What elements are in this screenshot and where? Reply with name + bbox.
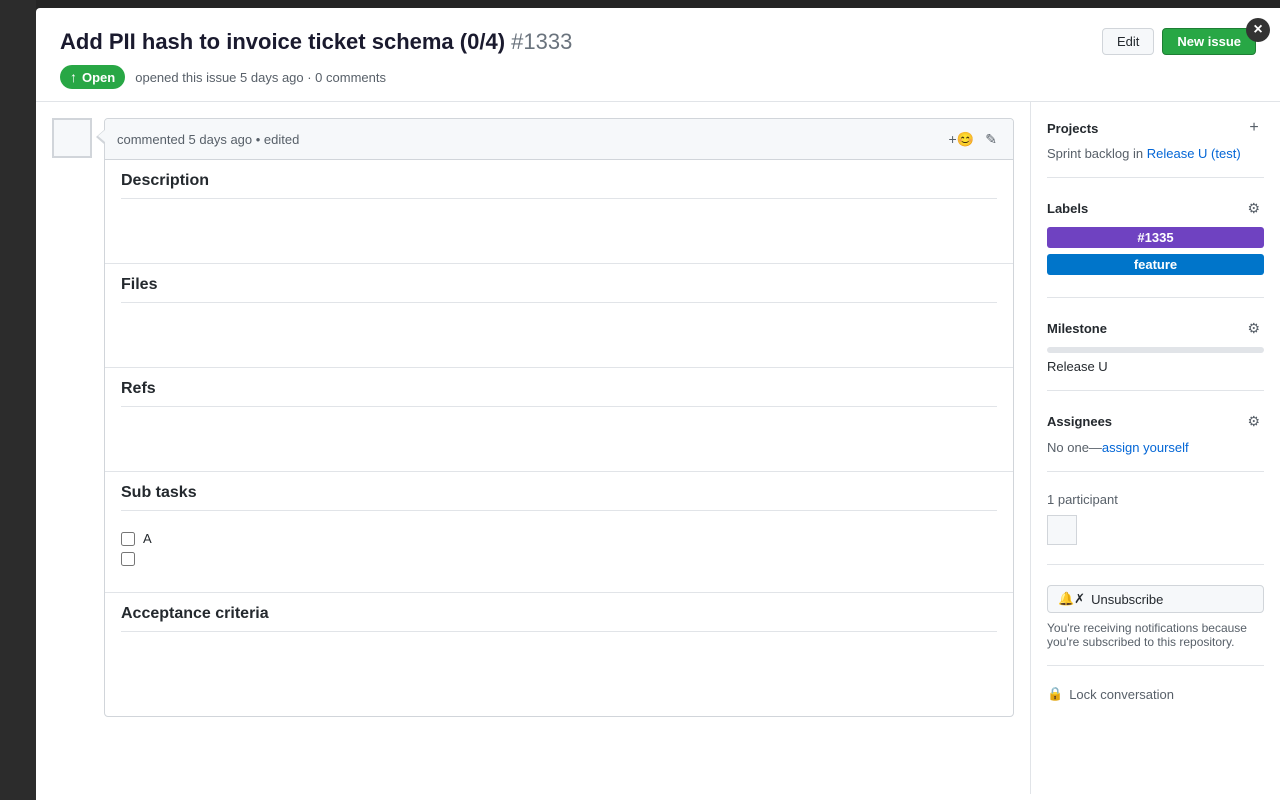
lock-icon: 🔒 bbox=[1047, 686, 1063, 702]
milestone-title: Milestone bbox=[1047, 321, 1107, 336]
modal-header: Add PII hash to invoice ticket schema (0… bbox=[36, 8, 1280, 102]
assign-yourself-link[interactable]: assign yourself bbox=[1102, 440, 1189, 455]
comment-area: commented 5 days ago • edited +😊 ✎ bbox=[52, 102, 1014, 733]
lock-conversation-link[interactable]: 🔒 Lock conversation bbox=[1047, 686, 1264, 702]
projects-header: Projects + bbox=[1047, 118, 1264, 138]
assignees-text: No one—assign yourself bbox=[1047, 440, 1264, 455]
left-sidebar bbox=[0, 0, 36, 800]
project-text: Sprint backlog in Release U (test) bbox=[1047, 146, 1264, 161]
milestone-gear-button[interactable]: ⚙ bbox=[1243, 318, 1264, 339]
acceptance-criteria-title: Acceptance criteria bbox=[121, 605, 997, 632]
participants-count: 1 participant bbox=[1047, 492, 1264, 507]
participants-section: 1 participant bbox=[1047, 492, 1264, 565]
edit-comment-button[interactable]: ✎ bbox=[981, 129, 1001, 150]
open-icon: ↑ bbox=[70, 69, 77, 85]
description-section: Description bbox=[105, 160, 1013, 264]
assignees-title: Assignees bbox=[1047, 414, 1112, 429]
plus-icon: + bbox=[948, 131, 956, 147]
issue-modal: × Add PII hash to invoice ticket schema … bbox=[36, 8, 1280, 800]
files-content bbox=[121, 315, 997, 355]
unsubscribe-button[interactable]: 🔔✗ Unsubscribe bbox=[1047, 585, 1264, 613]
subtasks-section: Sub tasks A bbox=[105, 472, 1013, 593]
projects-add-button[interactable]: + bbox=[1244, 118, 1264, 138]
files-title: Files bbox=[121, 276, 997, 303]
header-actions: Edit New issue bbox=[1102, 28, 1256, 55]
notification-description: You're receiving notifications because y… bbox=[1047, 621, 1264, 649]
status-badge: ↑ Open bbox=[60, 65, 125, 89]
labels-section: Labels ⚙ #1335 feature bbox=[1047, 198, 1264, 298]
labels-gear-button[interactable]: ⚙ bbox=[1243, 198, 1264, 219]
refs-section: Refs bbox=[105, 368, 1013, 472]
milestone-section: Milestone ⚙ Release U bbox=[1047, 318, 1264, 391]
subtask-checkbox-2[interactable] bbox=[121, 552, 135, 566]
files-section: Files bbox=[105, 264, 1013, 368]
edit-button[interactable]: Edit bbox=[1102, 28, 1154, 55]
projects-section: Projects + Sprint backlog in Release U (… bbox=[1047, 118, 1264, 178]
refs-content bbox=[121, 419, 997, 459]
assignees-gear-button[interactable]: ⚙ bbox=[1243, 411, 1264, 432]
label-tag-1335: #1335 bbox=[1047, 227, 1264, 248]
issue-meta-text: opened this issue 5 days ago · 0 comment… bbox=[135, 70, 386, 85]
pencil-icon: ✎ bbox=[985, 131, 997, 147]
issue-title: Add PII hash to invoice ticket schema (0… bbox=[60, 29, 1090, 55]
milestone-bar bbox=[1047, 347, 1264, 353]
comment-actions: +😊 ✎ bbox=[949, 127, 1001, 151]
milestone-header: Milestone ⚙ bbox=[1047, 318, 1264, 339]
label-tag-feature: feature bbox=[1047, 254, 1264, 275]
header-meta: ↑ Open opened this issue 5 days ago · 0 … bbox=[60, 65, 1256, 89]
comment-meta: commented 5 days ago • edited bbox=[117, 132, 299, 147]
acceptance-criteria-section: Acceptance criteria bbox=[105, 593, 1013, 716]
lock-section: 🔒 Lock conversation bbox=[1047, 686, 1264, 718]
assignees-section: Assignees ⚙ No one—assign yourself bbox=[1047, 411, 1264, 472]
comment-arrow-inner bbox=[98, 130, 105, 142]
right-sidebar: Projects + Sprint backlog in Release U (… bbox=[1030, 102, 1280, 794]
acceptance-criteria-content bbox=[121, 644, 997, 704]
main-content: commented 5 days ago • edited +😊 ✎ bbox=[36, 102, 1030, 794]
comment-header: commented 5 days ago • edited +😊 ✎ bbox=[105, 119, 1013, 160]
labels-list: #1335 feature bbox=[1047, 227, 1264, 281]
milestone-text: Release U bbox=[1047, 359, 1264, 374]
comment-box-wrapper: commented 5 days ago • edited +😊 ✎ bbox=[104, 118, 1014, 717]
subtask-item-2 bbox=[121, 552, 997, 566]
assignees-header: Assignees ⚙ bbox=[1047, 411, 1264, 432]
subtask-checkbox-1[interactable] bbox=[121, 532, 135, 546]
subtask-item: A bbox=[121, 531, 997, 546]
projects-title: Projects bbox=[1047, 121, 1098, 136]
close-button[interactable]: × bbox=[1246, 18, 1270, 42]
new-issue-button[interactable]: New issue bbox=[1162, 28, 1256, 55]
notifications-section: 🔔✗ Unsubscribe You're receiving notifica… bbox=[1047, 585, 1264, 666]
labels-title: Labels bbox=[1047, 201, 1088, 216]
refs-title: Refs bbox=[121, 380, 997, 407]
subtask-label-1: A bbox=[143, 531, 152, 546]
bell-mute-icon: 🔔✗ bbox=[1058, 591, 1085, 607]
subtasks-content: A bbox=[121, 523, 997, 580]
labels-header: Labels ⚙ bbox=[1047, 198, 1264, 219]
subtasks-title: Sub tasks bbox=[121, 484, 997, 511]
description-title: Description bbox=[121, 172, 997, 199]
modal-body: commented 5 days ago • edited +😊 ✎ bbox=[36, 102, 1280, 794]
comment-box: commented 5 days ago • edited +😊 ✎ bbox=[104, 118, 1014, 717]
participant-avatar bbox=[1047, 515, 1077, 545]
project-link[interactable]: Release U (test) bbox=[1147, 146, 1241, 161]
add-reaction-button[interactable]: +😊 bbox=[949, 127, 973, 151]
description-content bbox=[121, 211, 997, 251]
commenter-avatar bbox=[52, 118, 92, 158]
